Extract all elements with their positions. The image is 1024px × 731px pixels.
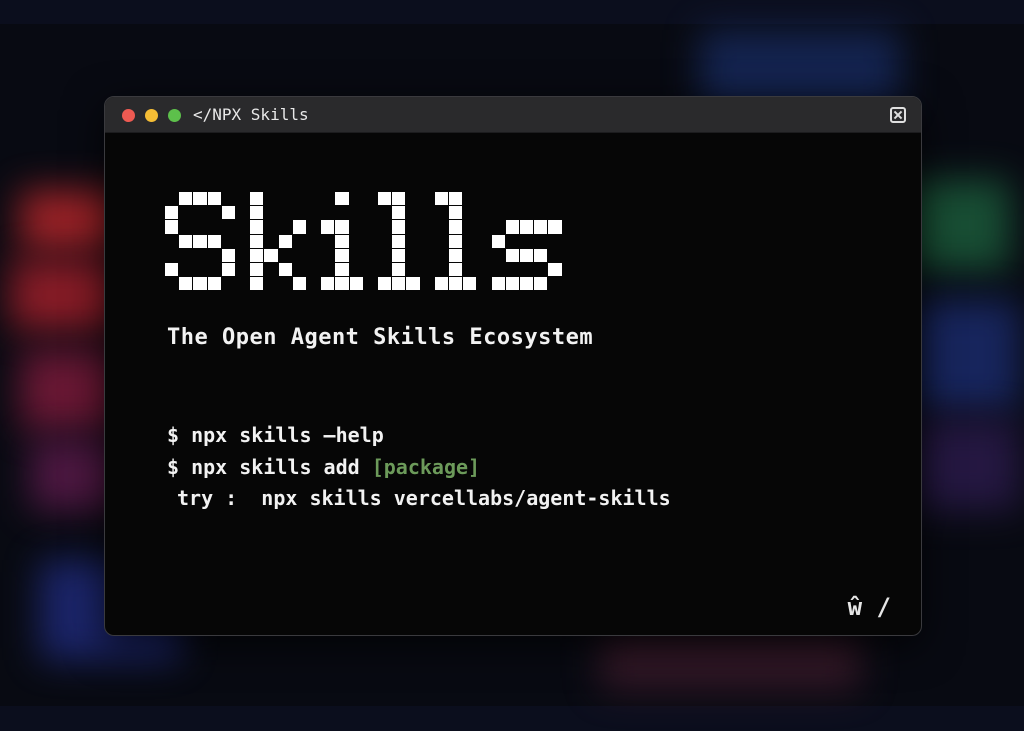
logo-pixel [505,277,519,291]
logo-pixel [335,192,349,206]
logo-pixel [392,206,406,220]
logo-pixel [321,220,335,234]
logo-pixel [534,220,548,234]
logo-pixel [321,277,335,291]
logo-pixel [292,220,306,234]
logo-pixel [520,220,534,234]
package-argument: [package] [371,455,481,479]
logo-pixel [392,263,406,277]
logo-pixel [392,220,406,234]
logo-pixel [392,234,406,248]
logo-pixel [207,277,221,291]
logo-pixel [179,277,193,291]
tagline: The Open Agent Skills Ecosystem [167,325,594,350]
logo-pixel [534,248,548,262]
logo-pixel [250,248,264,262]
logo-pixel [250,277,264,291]
logo-pixel [392,248,406,262]
logo-pixel [179,234,193,248]
logo-pixel [392,192,406,206]
logo-pixel [434,277,448,291]
minimize-window-dot[interactable] [145,109,158,122]
command-help: $ npx skills —help [167,423,384,447]
blurred-shape [910,300,1020,410]
blurred-shape [910,420,1020,510]
logo-pixel [520,277,534,291]
logo-pixel [193,277,207,291]
close-icon[interactable] [890,107,906,123]
top-bar [0,0,1024,24]
logo-pixel [278,263,292,277]
logo-pixel [491,234,505,248]
terminal-window: </NPX Skills The Open Agent Skills Ecosy… [104,96,922,636]
command-try: try : npx skills vercellabs/agent-skills [177,486,671,510]
window-title: </NPX Skills [193,105,309,124]
logo-pixel [250,234,264,248]
logo-pixel [221,248,235,262]
logo-pixel [292,277,306,291]
logo-pixel [278,234,292,248]
logo-pixel [449,277,463,291]
logo-pixel [449,192,463,206]
logo-pixel [449,248,463,262]
command-add-prefix: $ npx skills add [167,455,372,479]
blurred-shape [600,630,860,690]
logo-pixel [250,220,264,234]
command-add: $ npx skills add [package] [167,455,480,479]
logo-pixel [449,263,463,277]
logo-pixel [250,192,264,206]
logo-pixel [264,248,278,262]
brand-logo: ŵ / [847,593,891,621]
logo-pixel [193,234,207,248]
logo-pixel [491,277,505,291]
logo-pixel [193,192,207,206]
maximize-window-dot[interactable] [168,109,181,122]
logo-pixel [221,206,235,220]
logo-pixel [520,248,534,262]
logo-pixel [548,220,562,234]
logo-pixel [335,277,349,291]
logo-pixel [392,277,406,291]
logo-pixel [463,277,477,291]
desktop-background: </NPX Skills The Open Agent Skills Ecosy… [0,0,1024,731]
logo-pixel [250,263,264,277]
logo-pixel [434,192,448,206]
logo-pixel [221,263,235,277]
logo-pixel [378,192,392,206]
logo-pixel [335,220,349,234]
logo-pixel [335,248,349,262]
logo-pixel [207,234,221,248]
close-window-dot[interactable] [122,109,135,122]
logo-pixel [449,206,463,220]
logo-pixel [449,220,463,234]
title-bar[interactable]: </NPX Skills [105,97,921,133]
logo-pixel [505,220,519,234]
logo-pixel [406,277,420,291]
logo-pixel [349,277,363,291]
logo-pixel [165,220,179,234]
logo-pixel [548,263,562,277]
logo-pixel [250,206,264,220]
logo-pixel [207,192,221,206]
logo-pixel [449,234,463,248]
logo-pixel [335,234,349,248]
logo-pixel [378,277,392,291]
logo-pixel [335,263,349,277]
logo-pixel [165,263,179,277]
logo-pixel [505,248,519,262]
logo-pixel [179,192,193,206]
bottom-bar [0,706,1024,731]
logo-pixel [165,206,179,220]
logo-pixel [534,277,548,291]
